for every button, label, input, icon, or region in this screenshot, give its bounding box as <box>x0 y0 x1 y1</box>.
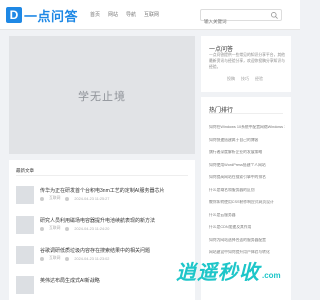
watermark: 逍遥秒收 .com <box>176 256 281 285</box>
search-box <box>200 9 282 27</box>
tag-experience[interactable]: 经验 <box>255 76 263 82</box>
site-logo[interactable]: D 一点问答 <box>6 7 79 24</box>
about-description: 一点问答提供一些常见的知识分享平台，其他最新资讯与经验分享，欢迎你投稿分享知识与… <box>209 53 285 69</box>
hot-item[interactable]: 如何在Windows 10系统中配置网络Windows 11 <box>209 125 285 138</box>
user-icon <box>40 226 44 231</box>
article-title[interactable]: 传华为正在研发首个台积电3nm工艺的定制AI服务器芯片 <box>40 187 188 194</box>
hot-item[interactable]: 旗行者深度解析企业的发展策略 <box>209 150 285 163</box>
hot-item[interactable]: 如何使用WordPress搭建个人网站 <box>209 163 285 176</box>
article-item[interactable]: 英伟达布局生成式AI新战略 <box>16 272 188 300</box>
article-item[interactable]: 研究人员利用磁场电容器提升电池续航表现的新方法 互联网 2024-04-23 1… <box>16 212 188 242</box>
logo-mark: D <box>6 7 22 23</box>
banner-slide[interactable]: 学无止境 <box>9 36 195 154</box>
article-meta: 互联网 2024-04-23 11:23:02 <box>40 256 109 261</box>
latest-articles-title: 最新文章 <box>16 168 34 173</box>
article-title[interactable]: 研究人员利用磁场电容器提升电池续航表现的新方法 <box>40 217 188 224</box>
about-card: 一点问答 一点问答提供一些常见的知识分享平台，其他最新资讯与经验分享，欢迎你投稿… <box>201 36 291 92</box>
latest-articles-card: 最新文章 传华为正在研发首个台积电3nm工艺的定制AI服务器芯片 互联网 202… <box>9 160 195 300</box>
hot-ranking-list: 如何在Windows 10系统中配置网络Windows 11 如何快速搭建属于自… <box>209 125 285 263</box>
user-icon <box>40 196 44 201</box>
watermark-text: 逍遥秒收 <box>176 262 260 284</box>
nav-item-site[interactable]: 网站 <box>108 11 118 18</box>
hot-item[interactable]: 如何快速搭建属于自己的博客 <box>209 138 285 151</box>
search-icon[interactable] <box>270 11 279 20</box>
article-date: 2024-04-23 11:25:27 <box>74 196 110 201</box>
article-item[interactable]: 传华为正在研发首个台积电3nm工艺的定制AI服务器芯片 互联网 2024-04-… <box>16 182 188 212</box>
article-author: 互联网 <box>49 196 61 200</box>
clock-icon <box>65 196 70 201</box>
nav-item-guide[interactable]: 导航 <box>126 11 136 18</box>
hot-item[interactable]: 什么是CDN加速及其作用 <box>209 225 285 238</box>
hot-item[interactable]: 如何为网站选择合适的服务器配置 <box>209 238 285 251</box>
article-title[interactable]: 英伟达布局生成式AI新战略 <box>40 277 188 284</box>
top-header: D 一点问答 首页 网站 导航 互联网 <box>0 0 300 30</box>
user-icon <box>40 256 44 261</box>
article-title[interactable]: 谷歌调研低质垃圾内容存在搜索结果中的相关问题 <box>40 247 188 254</box>
tag-tips[interactable]: 技巧 <box>241 76 249 82</box>
article-author: 互联网 <box>49 256 61 260</box>
article-meta: 互联网 2024-04-23 11:25:27 <box>40 196 109 201</box>
article-date: 2024-04-23 11:23:02 <box>74 256 110 261</box>
hot-item[interactable]: 教你如何使用CSS制作响应式网页设计 <box>209 200 285 213</box>
article-meta: 互联网 2024-04-23 11:24:20 <box>40 226 109 231</box>
nav-item-internet[interactable]: 互联网 <box>144 11 159 18</box>
divider <box>209 113 283 114</box>
watermark-suffix: .com <box>262 271 281 280</box>
main-nav: 首页 网站 导航 互联网 <box>90 11 159 18</box>
article-author: 互联网 <box>49 226 61 230</box>
nav-item-home[interactable]: 首页 <box>90 11 100 18</box>
logo-text: 一点问答 <box>24 8 79 24</box>
clock-icon <box>65 256 70 261</box>
hot-item[interactable]: 什么是云服务器 <box>209 213 285 226</box>
about-tags: 投稿 技巧 经验 <box>227 76 263 82</box>
article-thumbnail[interactable] <box>16 246 34 264</box>
article-item[interactable]: 谷歌调研低质垃圾内容存在搜索结果中的相关问题 互联网 2024-04-23 11… <box>16 242 188 272</box>
banner-text: 学无止境 <box>78 91 126 103</box>
article-date: 2024-04-23 11:24:20 <box>74 226 110 231</box>
tag-submit[interactable]: 投稿 <box>227 76 235 82</box>
hot-item[interactable]: 什么是域名和服务器的区别 <box>209 188 285 201</box>
divider <box>16 175 188 176</box>
search-input[interactable] <box>201 16 269 27</box>
article-thumbnail[interactable] <box>16 276 34 294</box>
article-thumbnail[interactable] <box>16 186 34 204</box>
clock-icon <box>65 226 70 231</box>
hot-item[interactable]: 如何提高网站在搜索引擎中的排名 <box>209 175 285 188</box>
article-thumbnail[interactable] <box>16 216 34 234</box>
